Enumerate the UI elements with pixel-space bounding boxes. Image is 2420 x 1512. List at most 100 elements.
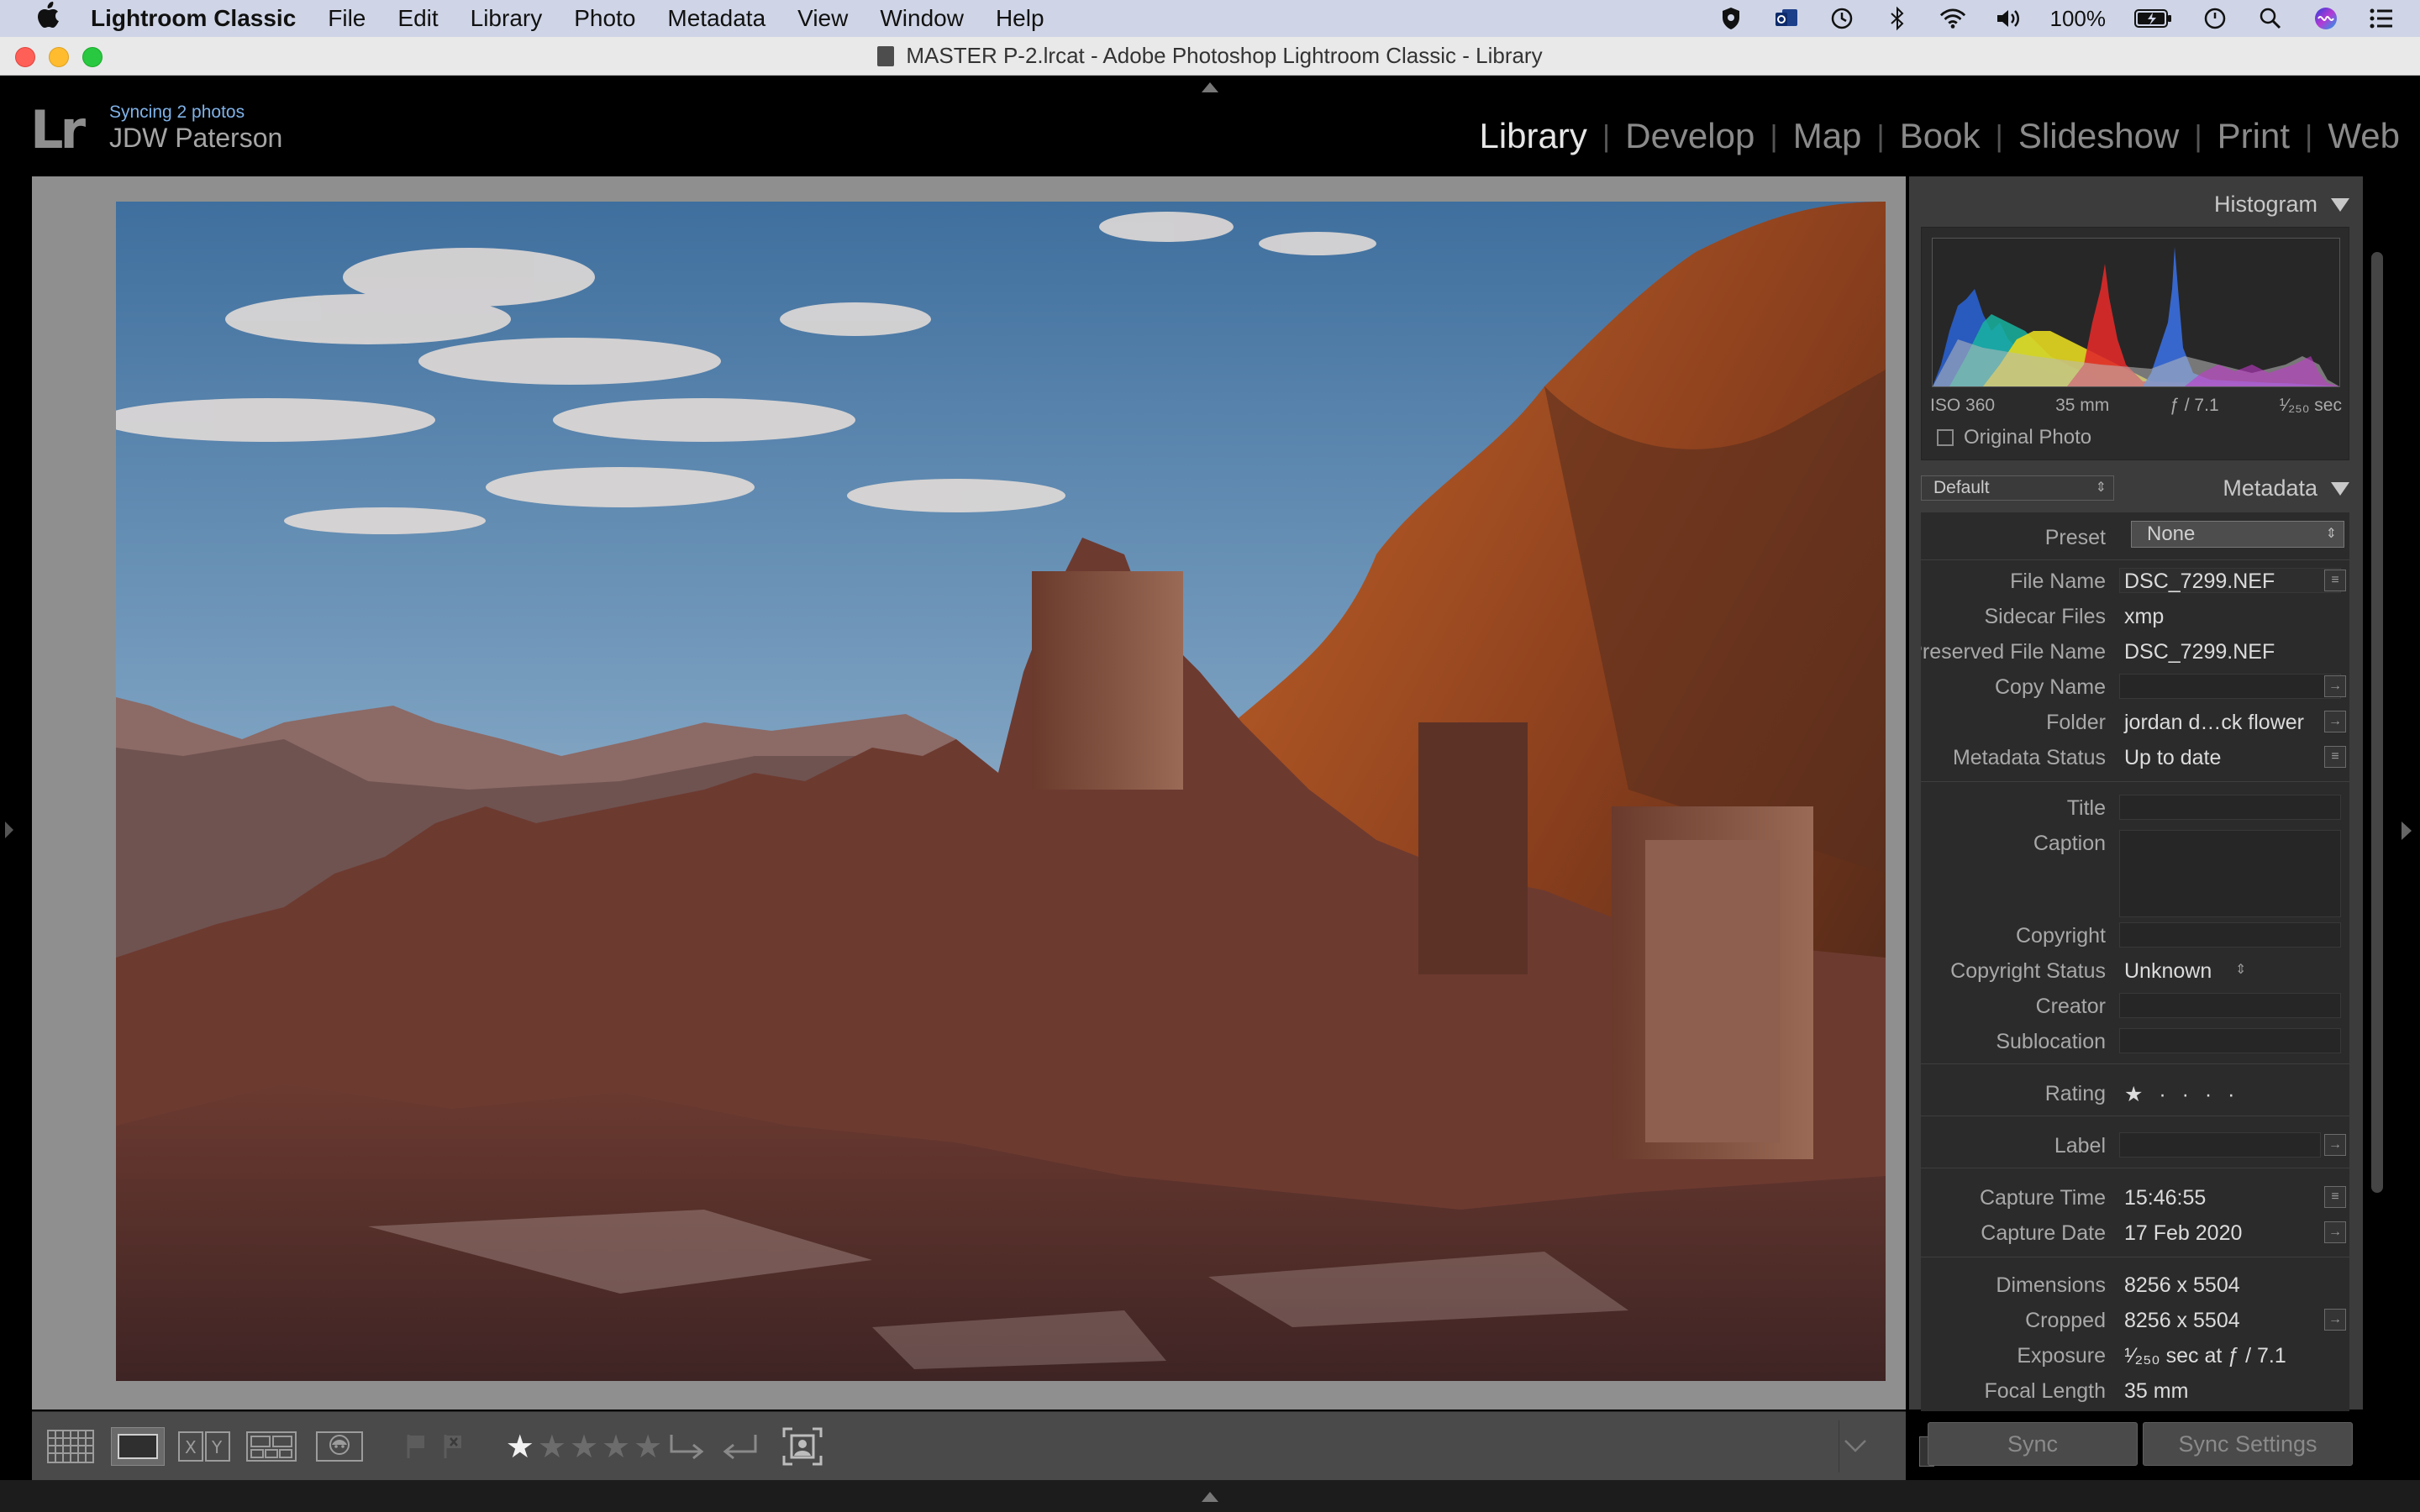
- rating-value[interactable]: ★ · · · ·: [2124, 1082, 2240, 1107]
- shutter-speed-value: ¹⁄₂₅₀ sec: [2279, 396, 2342, 415]
- clock-icon[interactable]: [2202, 5, 2228, 32]
- status-menu-icon[interactable]: ≡: [2324, 746, 2346, 768]
- spotlight-search-icon[interactable]: [2257, 5, 2284, 32]
- window-title: MASTER P-2.lrcat - Adobe Photoshop Light…: [906, 43, 1543, 68]
- copyright-status-select[interactable]: Unknown: [2124, 959, 2212, 984]
- right-panel-scrollbar[interactable]: [2371, 252, 2383, 1193]
- wifi-icon[interactable]: [1939, 5, 1966, 32]
- go-arrow-icon[interactable]: →: [2324, 1134, 2346, 1156]
- right-panel-collapse-icon[interactable]: [2402, 822, 2412, 840]
- rename-icon[interactable]: ≡: [2324, 570, 2346, 591]
- sync-button[interactable]: Sync: [1928, 1422, 2138, 1466]
- sublocation-field[interactable]: [2119, 1028, 2341, 1053]
- menu-file[interactable]: File: [328, 5, 366, 32]
- close-window-button[interactable]: [15, 47, 35, 67]
- metadata-row-capture-time: Capture Time 15:46:55 ≡: [1921, 1181, 2349, 1215]
- go-arrow-icon[interactable]: →: [2324, 1221, 2346, 1243]
- folder-label: Folder: [2046, 711, 2106, 734]
- copy-name-field[interactable]: [2119, 674, 2341, 699]
- menu-metadata[interactable]: Metadata: [667, 5, 765, 32]
- module-book[interactable]: Book: [1885, 116, 1996, 156]
- star-3-icon[interactable]: ★: [570, 1428, 598, 1466]
- module-separator: |: [1602, 118, 1611, 153]
- survey-view-button[interactable]: [244, 1427, 299, 1466]
- bluetooth-icon[interactable]: [1884, 5, 1911, 32]
- collapse-triangle-icon[interactable]: [2331, 482, 2349, 496]
- star-4-icon[interactable]: ★: [602, 1428, 630, 1466]
- metadata-preset-select[interactable]: None ⇕: [2131, 521, 2344, 548]
- metadata-panel-header[interactable]: Metadata: [1909, 475, 2363, 517]
- metadata-row-exposure: Exposure ¹⁄₂₅₀ sec at ƒ / 7.1: [1921, 1339, 2349, 1373]
- shield-icon[interactable]: [1718, 5, 1744, 32]
- module-map[interactable]: Map: [1778, 116, 1877, 156]
- app-menu[interactable]: Lightroom Classic: [91, 5, 296, 32]
- folder-value: jordan d…ck flower: [2124, 711, 2304, 734]
- go-arrow-icon[interactable]: →: [2324, 675, 2346, 697]
- time-machine-icon[interactable]: [1828, 5, 1855, 32]
- siri-icon[interactable]: [2312, 5, 2339, 32]
- module-library[interactable]: Library: [1464, 116, 1602, 156]
- capture-time-label: Capture Time: [1979, 1186, 2106, 1210]
- rotate-right-icon[interactable]: [718, 1427, 763, 1466]
- go-arrow-icon[interactable]: →: [2324, 1309, 2346, 1331]
- preserved-name-value: DSC_7299.NEF: [2124, 640, 2275, 664]
- loupe-viewer[interactable]: [32, 176, 1906, 1410]
- star-1-icon[interactable]: ★: [506, 1428, 534, 1466]
- flag-pick-icon[interactable]: [403, 1427, 430, 1466]
- menu-help[interactable]: Help: [996, 5, 1044, 32]
- apple-menu-icon[interactable]: [34, 2, 64, 35]
- loupe-view-button[interactable]: [111, 1427, 165, 1466]
- flag-reject-icon[interactable]: [440, 1427, 467, 1466]
- edit-time-icon[interactable]: ≡: [2324, 1186, 2346, 1208]
- copyright-field[interactable]: [2119, 922, 2341, 948]
- creator-field[interactable]: [2119, 993, 2341, 1018]
- minimize-window-button[interactable]: [49, 47, 69, 67]
- module-develop[interactable]: Develop: [1610, 116, 1770, 156]
- compare-view-button[interactable]: XY: [176, 1427, 232, 1466]
- menu-library[interactable]: Library: [471, 5, 543, 32]
- focal-length-value: 35 mm: [2055, 396, 2110, 415]
- volume-icon[interactable]: [1995, 5, 2022, 32]
- metadata-row-copyright: Copyright: [1921, 919, 2349, 953]
- metadata-row-label: Label →: [1921, 1129, 2349, 1163]
- sync-status-text[interactable]: Syncing 2 photos: [109, 102, 245, 123]
- filmstrip-collapsed-bar: [0, 1480, 2420, 1512]
- face-detection-icon[interactable]: [780, 1427, 825, 1466]
- histogram-panel-header[interactable]: Histogram: [1909, 183, 2363, 225]
- module-web[interactable]: Web: [2312, 116, 2400, 156]
- module-separator: |: [1770, 118, 1778, 153]
- zoom-window-button[interactable]: [82, 47, 103, 67]
- menu-edit[interactable]: Edit: [397, 5, 438, 32]
- notification-center-icon[interactable]: [2368, 5, 2395, 32]
- menu-photo[interactable]: Photo: [574, 5, 635, 32]
- grid-view-button[interactable]: [45, 1427, 96, 1466]
- menu-view[interactable]: View: [797, 5, 848, 32]
- rotate-left-icon[interactable]: [664, 1427, 709, 1466]
- top-panel-collapse-icon[interactable]: [1202, 82, 1218, 92]
- sync-settings-button[interactable]: Sync Settings: [2143, 1422, 2353, 1466]
- star-2-icon[interactable]: ★: [538, 1428, 566, 1466]
- filmstrip-expand-icon[interactable]: [1202, 1492, 1218, 1502]
- caption-field[interactable]: [2119, 830, 2341, 917]
- star-5-icon[interactable]: ★: [634, 1428, 662, 1466]
- preserved-name-label: Preserved File Name: [1921, 640, 2106, 664]
- module-print[interactable]: Print: [2202, 116, 2305, 156]
- outlook-icon[interactable]: [1773, 5, 1800, 32]
- histogram-graph[interactable]: [1932, 238, 2340, 387]
- star-rating[interactable]: ★ ★ ★ ★ ★: [496, 1427, 672, 1466]
- toolbar-content-menu-icon[interactable]: [1840, 1427, 1870, 1466]
- photo-preview[interactable]: [116, 202, 1886, 1381]
- menu-window[interactable]: Window: [880, 5, 964, 32]
- go-to-folder-icon[interactable]: →: [2324, 711, 2346, 732]
- label-field[interactable]: [2119, 1132, 2321, 1158]
- battery-charging-icon[interactable]: [2134, 5, 2173, 32]
- capture-date-label: Capture Date: [1981, 1221, 2106, 1245]
- original-photo-checkbox[interactable]: [1937, 429, 1954, 446]
- title-field[interactable]: [2119, 795, 2341, 820]
- original-photo-toggle[interactable]: Original Photo: [1937, 426, 2091, 449]
- module-slideshow[interactable]: Slideshow: [2003, 116, 2194, 156]
- collapse-triangle-icon[interactable]: [2331, 198, 2349, 212]
- metadata-row-status: Metadata Status Up to date ≡: [1921, 741, 2349, 774]
- people-view-button[interactable]: [313, 1427, 366, 1466]
- left-panel-expand-icon[interactable]: [5, 822, 13, 838]
